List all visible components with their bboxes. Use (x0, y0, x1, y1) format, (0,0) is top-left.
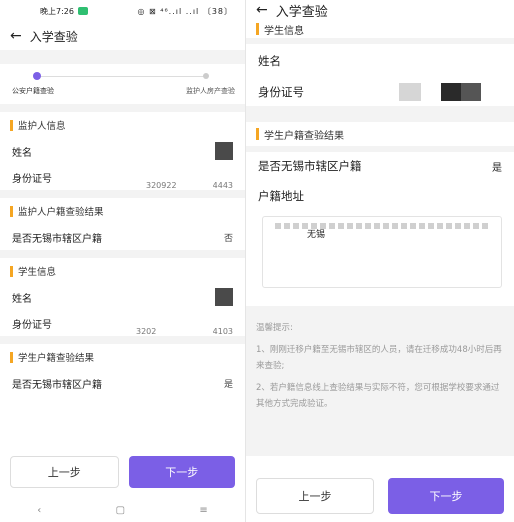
student-info-header: 学生信息 (0, 258, 245, 284)
redaction-block (215, 142, 233, 160)
section-bar (10, 265, 13, 277)
right-screen: ← 入学查验 学生信息 姓名 身份证号 学生户籍查验结果 是否无锡市辖区户籍 是… (246, 0, 514, 522)
student-name-row: 姓名 (0, 284, 245, 310)
student-result-header: 学生户籍查验结果 (0, 344, 245, 370)
section-bar (10, 205, 13, 217)
gray-band (0, 50, 245, 64)
student-id-row: 身份证号 (246, 78, 514, 106)
id-partial-right: 4443 (212, 181, 233, 190)
id-partial-left: 3202 (136, 327, 157, 336)
tips-line-1: 1、刚刚迁移户籍至无锡市辖区的人员，请在迁移成功48小时后再来查验; (256, 345, 502, 371)
page-title: 入学查验 (275, 4, 328, 20)
student-info-header: 学生信息 (246, 20, 514, 38)
next-step-button[interactable]: 下一步 (388, 478, 504, 514)
back-arrow-icon[interactable]: ← (10, 28, 22, 44)
button-bar: 上一步 下一步 (0, 448, 245, 496)
section-title: 学生信息 (264, 25, 304, 37)
id-partial-right: 4103 (212, 327, 233, 336)
redaction-light-block (399, 83, 421, 101)
system-back-icon[interactable]: ‹ (37, 505, 41, 516)
nav-bar: ← 入学查验 (246, 0, 514, 20)
page-title: 入学查验 (29, 29, 78, 44)
address-box: 无锡 (262, 216, 502, 288)
guardian-id-row: 身份证号 320922 4443 (0, 164, 245, 191)
section-gap (0, 336, 245, 344)
answer-value: 否 (223, 233, 233, 244)
section-bar (10, 119, 13, 131)
student-id-row: 身份证号 3202 4103 (0, 310, 245, 337)
section-title: 学生户籍查验结果 (18, 353, 95, 364)
status-indicators: ◎ ⊠ ⁴⁶..ıl ..ıl 〔38〕 (137, 6, 233, 16)
section-gap (0, 190, 245, 198)
question-label: 是否无锡市辖区户籍 (12, 233, 102, 245)
guardian-residence-row: 是否无锡市辖区户籍 否 (0, 224, 245, 250)
redaction-dark-block (441, 83, 461, 101)
wechat-icon (77, 7, 88, 15)
tips-heading: 温馨提示: (256, 323, 293, 333)
question-label: 是否无锡市辖区户籍 (258, 159, 362, 173)
id-label: 身份证号 (258, 85, 304, 99)
step-label-2: 监护人房产查验 (186, 87, 235, 95)
address-value: 无锡 (307, 230, 326, 240)
redaction-block (215, 288, 233, 306)
answer-value: 是 (492, 162, 502, 174)
answer-value: 是 (223, 379, 233, 390)
section-title: 学生信息 (18, 267, 57, 278)
left-screen: 晚上7:26 ◎ ⊠ ⁴⁶..ıl ..ıl 〔38〕 ← 入学查验 公安户籍查… (0, 0, 245, 522)
status-time: 晚上7:26 (40, 6, 74, 16)
redaction-dark-block (461, 83, 481, 101)
guardian-result-header: 监护人户籍查验结果 (0, 198, 245, 224)
guardian-name-row: 姓名 (0, 138, 245, 164)
student-residence-row: 是否无锡市辖区户籍 是 (0, 370, 245, 396)
guardian-info-header: 监护人信息 (0, 112, 245, 138)
section-bar (256, 128, 259, 140)
student-result-header: 学生户籍查验结果 (246, 122, 514, 146)
student-residence-row: 是否无锡市辖区户籍 是 (246, 152, 514, 180)
step-active-dot (33, 72, 41, 80)
section-bar (10, 351, 13, 363)
section-gap (0, 104, 245, 112)
section-bar (256, 23, 259, 35)
system-menu-icon[interactable]: ≡ (199, 505, 207, 516)
nav-bar: ← 入学查验 (0, 22, 245, 50)
back-arrow-icon[interactable]: ← (256, 2, 268, 18)
id-partial-left: 320922 (146, 181, 177, 190)
step-indicator: 公安户籍查验 监护人房产查验 (0, 64, 245, 104)
section-title: 学生户籍查验结果 (264, 130, 344, 142)
prev-step-button[interactable]: 上一步 (10, 456, 119, 488)
next-step-button[interactable]: 下一步 (128, 456, 235, 488)
step-inactive-dot (203, 73, 209, 79)
system-home-icon[interactable]: ▢ (116, 505, 125, 516)
name-label: 姓名 (12, 147, 32, 159)
step-label-1: 公安户籍查验 (12, 87, 54, 95)
step-line (36, 76, 207, 77)
section-title: 监护人户籍查验结果 (18, 207, 104, 218)
question-label: 是否无锡市辖区户籍 (12, 379, 102, 391)
tips-line-2: 2、若户籍信息线上查验结果与实际不符，您可根据学校要求通过其他方式完成验证。 (256, 383, 500, 409)
address-label: 户籍地址 (258, 189, 304, 203)
name-label: 姓名 (258, 54, 281, 68)
id-label: 身份证号 (12, 173, 52, 185)
prev-step-button[interactable]: 上一步 (256, 478, 374, 514)
system-nav-bar: ‹ ▢ ≡ (0, 498, 245, 522)
address-label-row: 户籍地址 (246, 180, 514, 212)
id-label: 身份证号 (12, 319, 52, 331)
section-title: 监护人信息 (18, 121, 66, 132)
section-gap (0, 250, 245, 258)
tips-section: 温馨提示: 1、刚刚迁移户籍至无锡市辖区的人员，请在迁移成功48小时后再来查验;… (246, 306, 514, 456)
button-bar: 上一步 下一步 (246, 472, 514, 522)
student-name-row: 姓名 (246, 44, 514, 78)
name-label: 姓名 (12, 293, 32, 305)
section-gap (246, 106, 514, 122)
status-bar: 晚上7:26 ◎ ⊠ ⁴⁶..ıl ..ıl 〔38〕 (0, 0, 245, 22)
